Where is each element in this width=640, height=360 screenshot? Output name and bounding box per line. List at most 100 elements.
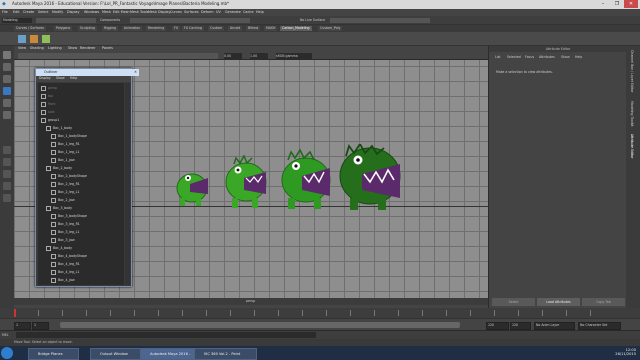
menu-mesh-tools[interactable]: Mesh Tools (130, 10, 148, 14)
panel-menu-renderer[interactable]: Renderer (80, 46, 95, 50)
tab-channel-box[interactable]: Channel Box / Layer Editor (630, 50, 634, 92)
range-bar[interactable] (60, 322, 460, 328)
outliner-row[interactable]: Bac_1_body (46, 125, 72, 131)
outliner-row[interactable]: Bac_2_body (46, 165, 72, 171)
menu-file[interactable]: File (2, 10, 8, 14)
menu-cache[interactable]: Cache (243, 10, 254, 14)
panel-menu-lighting[interactable]: Lighting (48, 46, 62, 50)
menu-windows[interactable]: Windows (84, 10, 99, 14)
outliner-titlebar[interactable]: Outliner ✕ (36, 69, 139, 76)
start-button[interactable] (1, 347, 13, 359)
time-slider[interactable] (0, 308, 640, 318)
minimize-button[interactable]: – (596, 0, 610, 8)
attr-tab-help[interactable]: Help (575, 55, 582, 59)
menu-display[interactable]: Display (67, 10, 80, 14)
menu-help[interactable]: Help (256, 10, 264, 14)
tab-custom[interactable]: Custom (208, 26, 225, 31)
tab-arnold[interactable]: Arnold (228, 26, 243, 31)
outliner-row[interactable]: Bac_4_body (46, 245, 72, 251)
tab-fx-caching[interactable]: FX Caching (182, 26, 204, 31)
tab-sculpting[interactable]: Sculpting (78, 26, 97, 31)
outliner-window[interactable]: Outliner ✕ Display Show Help persp top fro… (35, 68, 139, 287)
paint-select-icon[interactable] (3, 75, 11, 83)
panel-menu-show[interactable]: Show (68, 46, 77, 50)
select-tool-icon[interactable] (3, 51, 11, 59)
outliner-row[interactable]: group1 (41, 117, 59, 123)
lasso-tool-icon[interactable] (3, 63, 11, 71)
menu-uv[interactable]: UV (216, 10, 221, 14)
attr-tab-focus[interactable]: Focus (525, 55, 534, 59)
outliner-row[interactable]: Bac_3_bodyShape (51, 213, 87, 219)
character-set-dropdown[interactable]: No Character Set (578, 322, 621, 330)
outliner-list[interactable]: persp top front side group1 Bac_1_body Bac_1_b… (38, 83, 124, 285)
tab-fx[interactable]: FX (172, 26, 181, 31)
shelf-tool-icon[interactable] (18, 35, 26, 43)
menu-curves[interactable]: Curves (170, 10, 182, 14)
menu-generate[interactable]: Generate (225, 10, 241, 14)
outliner-row[interactable]: Bac_2_jaw (51, 197, 75, 203)
outliner-row[interactable]: Bac_4_leg_R1 (51, 261, 80, 267)
outliner-row[interactable]: Bac_4_jaw (51, 277, 75, 283)
range-inner-start-field[interactable]: 1 (32, 322, 49, 330)
menu-surfaces[interactable]: Surfaces (184, 10, 199, 14)
components-label[interactable]: Components (100, 18, 120, 22)
menu-edit[interactable]: Edit (13, 10, 20, 14)
colorspace-dropdown[interactable]: sRGB gamma (276, 53, 312, 59)
outliner-row[interactable]: top (41, 93, 53, 99)
menu-mesh[interactable]: Mesh (102, 10, 111, 14)
outliner-row[interactable]: Bac_4_bodyShape (51, 253, 87, 259)
layout-two-icon[interactable] (3, 170, 11, 178)
layout-four-icon[interactable] (3, 158, 11, 166)
outliner-row[interactable]: Bac_2_leg_R1 (51, 181, 80, 187)
layout-single-icon[interactable] (3, 146, 11, 154)
menu-create[interactable]: Create (23, 10, 34, 14)
taskbar-item-paint[interactable]: ISC 360 Vol.2 - Paint (194, 348, 257, 360)
outliner-row[interactable]: Bac_3_leg_L1 (51, 229, 79, 235)
range-end-field[interactable]: 120 (510, 322, 531, 330)
tab-custom-poly[interactable]: Custom_Poly (318, 26, 343, 31)
attr-load-attributes-button[interactable]: Load Attributes (537, 298, 580, 306)
outliner-row[interactable]: Bac_1_bodyShape (51, 133, 87, 139)
close-button[interactable]: ✕ (624, 0, 638, 8)
shelf-tool-icon[interactable] (42, 35, 50, 43)
bacteria-models[interactable] (174, 144, 404, 214)
panel-menu-view[interactable]: View (18, 46, 26, 50)
menu-select[interactable]: Select (38, 10, 48, 14)
attr-tab-attributes[interactable]: Attributes (539, 55, 555, 59)
attr-tab-list[interactable]: List (495, 55, 501, 59)
snap-icons-group[interactable] (130, 18, 250, 23)
panel-icons-group[interactable] (18, 53, 218, 59)
file-icons-group[interactable] (36, 18, 96, 23)
taskbar-clock[interactable]: 12:00 26/11/2015 (615, 348, 636, 356)
tab-curves-surfaces[interactable]: Curves / Surfaces (14, 26, 46, 31)
outliner-scrollbar[interactable] (125, 83, 130, 285)
outliner-row[interactable]: Bac_1_leg_R1 (51, 141, 80, 147)
outliner-row[interactable]: side (41, 109, 55, 115)
attr-tab-selected[interactable]: Selected (507, 55, 521, 59)
attr-select-button[interactable]: Select (492, 298, 535, 306)
move-tool-icon[interactable] (3, 87, 11, 95)
taskbar-item-maya[interactable]: Autodesk Maya 2016 - (140, 348, 199, 360)
outliner-row[interactable]: Bac_2_bodyShape (51, 173, 87, 179)
outliner-row[interactable]: Bac_3_leg_R1 (51, 221, 80, 227)
tab-carbon-modeling[interactable]: Carbon_Modeling (280, 26, 312, 31)
tab-rigging[interactable]: Rigging (102, 26, 119, 31)
panel-menu-shading[interactable]: Shading (30, 46, 44, 50)
outliner-close-icon[interactable]: ✕ (134, 69, 137, 76)
panel-menu-panels[interactable]: Panels (102, 46, 113, 50)
outliner-row[interactable]: persp (41, 85, 57, 91)
tab-bifrost[interactable]: Bifrost (246, 26, 261, 31)
exposure-field[interactable]: 0.00 (224, 53, 242, 59)
outliner-menu-help[interactable]: Help (70, 76, 77, 80)
outliner-row[interactable]: Bac_1_leg_L1 (51, 149, 79, 155)
outliner-menu-display[interactable]: Display (39, 76, 51, 80)
outliner-row[interactable]: Bac_3_jaw (51, 237, 75, 243)
anim-layer-dropdown[interactable]: No Anim Layer (534, 322, 575, 330)
maximize-button[interactable]: ❐ (610, 0, 624, 8)
outliner-row[interactable]: front (41, 101, 56, 107)
current-frame-marker[interactable] (14, 309, 16, 317)
gamma-field[interactable]: 1.00 (250, 53, 268, 59)
attr-copy-tab-button[interactable]: Copy Tab (582, 298, 625, 306)
tab-rendering[interactable]: Rendering (146, 26, 167, 31)
menu-edit-mesh[interactable]: Edit Mesh (113, 10, 130, 14)
